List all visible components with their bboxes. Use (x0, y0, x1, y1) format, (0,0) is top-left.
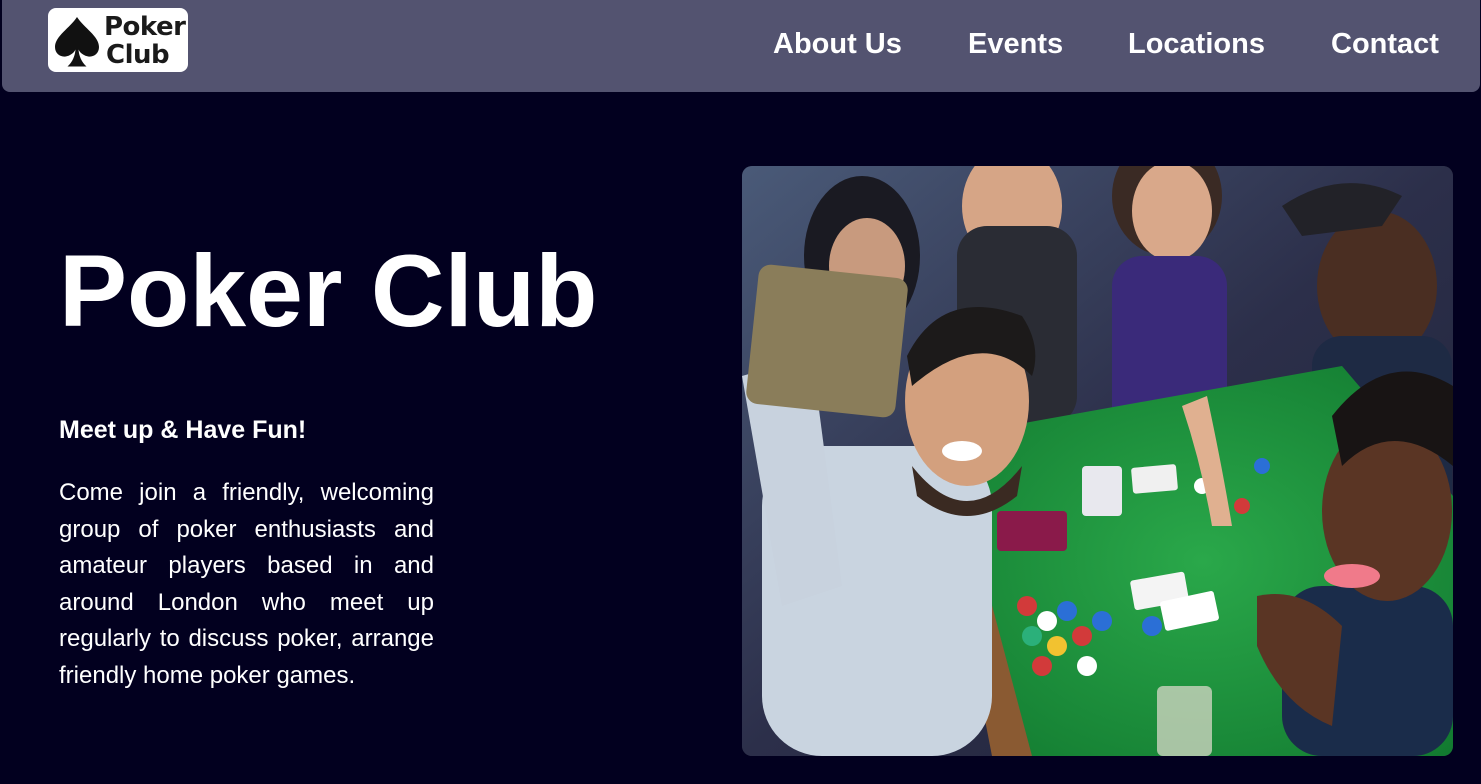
logo[interactable]: Poker Club (48, 8, 188, 72)
logo-line-2: Club (106, 40, 170, 70)
poker-table-photo (742, 166, 1453, 756)
hero-image (742, 166, 1453, 756)
logo-text: Poker Club (104, 12, 186, 70)
hero-description: Come join a friendly, welcoming group of… (59, 479, 434, 689)
hero-title: Poker Club (59, 234, 598, 348)
logo-line-1: Poker (104, 12, 186, 42)
navbar: Poker Club About Us Events Locations Con… (2, 0, 1480, 92)
nav-contact[interactable]: Contact (1331, 27, 1439, 61)
hero-tagline: Meet up & Have Fun! (59, 416, 307, 444)
nav-locations[interactable]: Locations (1128, 27, 1265, 61)
nav-about-us[interactable]: About Us (773, 27, 902, 61)
nav-events[interactable]: Events (968, 27, 1063, 61)
